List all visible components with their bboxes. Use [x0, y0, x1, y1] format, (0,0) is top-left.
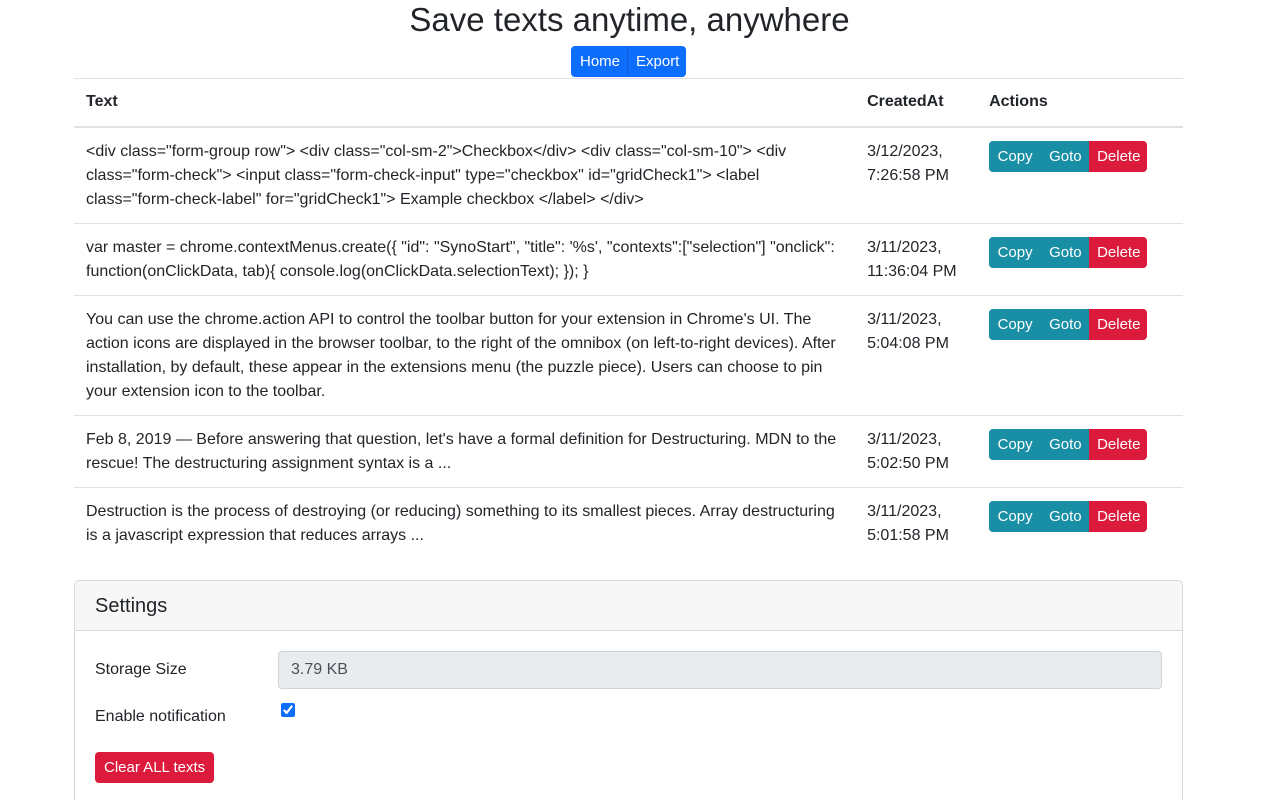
header-created-at: CreatedAt [855, 78, 978, 128]
row-created-at: 3/11/2023, 11:36:04 PM [855, 223, 978, 296]
table-row: var master = chrome.contextMenus.create(… [74, 223, 1183, 296]
row-time: 5:02:50 PM [867, 454, 949, 472]
row-text: var master = chrome.contextMenus.create(… [74, 223, 856, 296]
row-time: 5:01:58 PM [867, 526, 949, 544]
delete-button[interactable]: Delete [1089, 308, 1148, 340]
row-date: 3/11/2023, [867, 502, 942, 520]
goto-button[interactable]: Goto [1041, 428, 1090, 460]
table-header-row: Text CreatedAt Actions [74, 78, 1183, 128]
delete-button[interactable]: Delete [1089, 428, 1148, 460]
row-date: 3/11/2023, [867, 430, 942, 448]
saved-texts-table: Text CreatedAt Actions <div class="form-… [74, 78, 1183, 559]
row-action-group: Copy Goto Delete [989, 236, 1171, 268]
row-text: Destruction is the process of destroying… [86, 502, 835, 544]
copy-button[interactable]: Copy [989, 140, 1042, 172]
goto-button[interactable]: Goto [1041, 308, 1090, 340]
row-actions: Copy Goto Delete [977, 126, 1183, 224]
row-action-group: Copy Goto Delete [989, 500, 1171, 532]
row-action-group: Copy Goto Delete [989, 428, 1171, 460]
copy-button[interactable]: Copy [989, 236, 1042, 268]
enable-notification-checkbox[interactable] [281, 703, 295, 717]
goto-button[interactable]: Goto [1041, 140, 1090, 172]
row-created-at: 3/12/2023, 7:26:58 PM [855, 126, 978, 224]
delete-button[interactable]: Delete [1089, 500, 1148, 532]
row-text: <div class="form-group row"> <div class=… [74, 126, 856, 224]
row-actions: Copy Goto Delete [977, 487, 1183, 559]
header-actions: Actions [977, 78, 1183, 128]
header-text: Text [74, 78, 856, 128]
row-date: 3/11/2023, [867, 238, 942, 256]
row-time: 7:26:58 PM [867, 166, 949, 184]
row-text: You can use the chrome.action API to con… [74, 295, 856, 416]
copy-button[interactable]: Copy [989, 428, 1042, 460]
clear-all-texts-button[interactable]: Clear ALL texts [95, 752, 215, 783]
row-created-at: 3/11/2023, 5:02:50 PM [855, 415, 978, 488]
table-body: <div class="form-group row"> <div class=… [74, 126, 1183, 559]
row-date: 3/12/2023, [867, 142, 943, 160]
row-created-at: 3/11/2023, 5:01:58 PM [855, 487, 977, 559]
row-date: 3/11/2023, [867, 310, 942, 328]
storage-size-field [278, 651, 1162, 689]
delete-button[interactable]: Delete [1089, 140, 1148, 172]
nav-button-group: Home Export [571, 46, 686, 77]
copy-button[interactable]: Copy [989, 500, 1042, 532]
table-row: Destruction is the process of destroying… [74, 487, 1183, 559]
enable-notification-label: Enable notification [95, 708, 226, 725]
table-row: <div class="form-group row"> <div class=… [74, 126, 1183, 224]
page-title: Save texts anytime, anywhere [409, 1, 850, 38]
table-row: You can use the chrome.action API to con… [74, 295, 1183, 416]
app-page: Save texts anytime, anywhere Home Export… [0, 0, 1280, 800]
export-button[interactable]: Export [627, 46, 686, 77]
goto-button[interactable]: Goto [1041, 236, 1090, 268]
goto-button[interactable]: Goto [1041, 500, 1090, 532]
row-actions: Copy Goto Delete [977, 223, 1183, 296]
storage-size-label: Storage Size [95, 661, 187, 678]
row-text: Feb 8, 2019 — Before answering that ques… [74, 415, 856, 488]
table-row: Feb 8, 2019 — Before answering that ques… [74, 415, 1183, 488]
settings-title: Settings [75, 581, 1182, 631]
copy-button[interactable]: Copy [989, 308, 1042, 340]
row-actions: Copy Goto Delete [977, 295, 1183, 416]
row-action-group: Copy Goto Delete [989, 140, 1171, 172]
row-action-group: Copy Goto Delete [989, 308, 1171, 340]
row-time: 11:36:04 PM [867, 262, 957, 280]
home-button[interactable]: Home [571, 46, 627, 77]
settings-card: Settings Storage Size Enable notificatio… [74, 580, 1183, 800]
row-actions: Copy Goto Delete [977, 415, 1183, 488]
row-created-at: 3/11/2023, 5:04:08 PM [855, 295, 978, 416]
delete-button[interactable]: Delete [1089, 236, 1148, 268]
row-time: 5:04:08 PM [867, 334, 949, 352]
